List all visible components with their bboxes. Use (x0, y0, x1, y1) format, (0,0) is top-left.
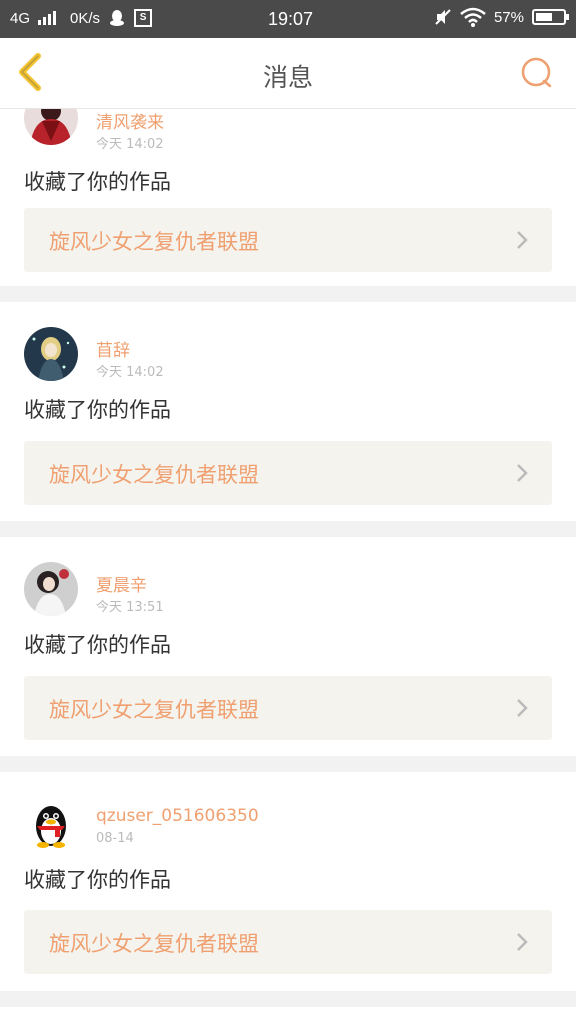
timestamp: 今天 14:02 (96, 137, 164, 152)
action-text: 收藏了你的作品 (24, 398, 171, 422)
qq-icon (108, 9, 126, 27)
page-title: 消息 (262, 63, 313, 92)
timestamp: 今天 14:02 (96, 365, 164, 380)
network-speed: 0K/s (70, 9, 101, 27)
search-icon (521, 57, 552, 88)
username[interactable]: 苜辞 (96, 336, 130, 361)
action-text: 收藏了你的作品 (24, 633, 171, 657)
chevron-right-icon (517, 231, 528, 249)
message-card: 清风袭来 今天 14:02 收藏了你的作品 旋风少女之复仇者联盟 (0, 108, 576, 286)
chevron-right-icon (517, 464, 528, 482)
avatar[interactable] (24, 327, 78, 381)
network-type: 4G (10, 9, 31, 27)
message-feed: 清风袭来 今天 14:02 收藏了你的作品 旋风少女之复仇者联盟 苜辞 今天 1… (0, 108, 576, 1024)
message-card: 苜辞 今天 14:02 收藏了你的作品 旋风少女之复仇者联盟 (0, 302, 576, 521)
timestamp: 今天 13:51 (96, 600, 164, 615)
status-bar: 4G 0K/s S 19:07 57% (0, 0, 576, 38)
avatar[interactable] (24, 108, 78, 145)
chevron-right-icon (517, 933, 528, 951)
chevron-right-icon (517, 699, 528, 717)
wifi-icon (460, 7, 486, 27)
signal-icon (38, 11, 57, 25)
action-text: 收藏了你的作品 (24, 868, 171, 892)
work-link[interactable]: 旋风少女之复仇者联盟 (24, 910, 552, 974)
work-link[interactable]: 旋风少女之复仇者联盟 (24, 676, 552, 740)
mute-icon (434, 8, 452, 26)
clock: 19:07 (268, 9, 314, 29)
work-link[interactable]: 旋风少女之复仇者联盟 (24, 441, 552, 505)
avatar[interactable] (24, 562, 78, 616)
action-text: 收藏了你的作品 (24, 170, 171, 194)
username[interactable]: 清风袭来 (96, 108, 164, 133)
username[interactable]: qzuser_051606350 (96, 806, 259, 826)
work-title: 旋风少女之复仇者联盟 (49, 463, 259, 487)
work-title: 旋风少女之复仇者联盟 (49, 698, 259, 722)
work-title: 旋风少女之复仇者联盟 (49, 932, 259, 956)
work-title: 旋风少女之复仇者联盟 (49, 230, 259, 254)
work-link[interactable]: 旋风少女之复仇者联盟 (24, 208, 552, 272)
message-card: 夏晨辛 今天 13:51 收藏了你的作品 旋风少女之复仇者联盟 (0, 537, 576, 756)
sim-icon: S (134, 9, 153, 27)
username[interactable]: 夏晨辛 (96, 571, 147, 596)
message-card (0, 1007, 576, 1024)
timestamp: 08-14 (96, 831, 134, 846)
battery-icon (532, 9, 569, 25)
battery-percent: 57% (493, 8, 524, 26)
qq-penguin-avatar[interactable] (24, 797, 78, 851)
nav-bar: 消息 (0, 38, 576, 109)
search-button[interactable] (520, 56, 554, 90)
message-card: qzuser_051606350 08-14 收藏了你的作品 旋风少女之复仇者联… (0, 772, 576, 991)
